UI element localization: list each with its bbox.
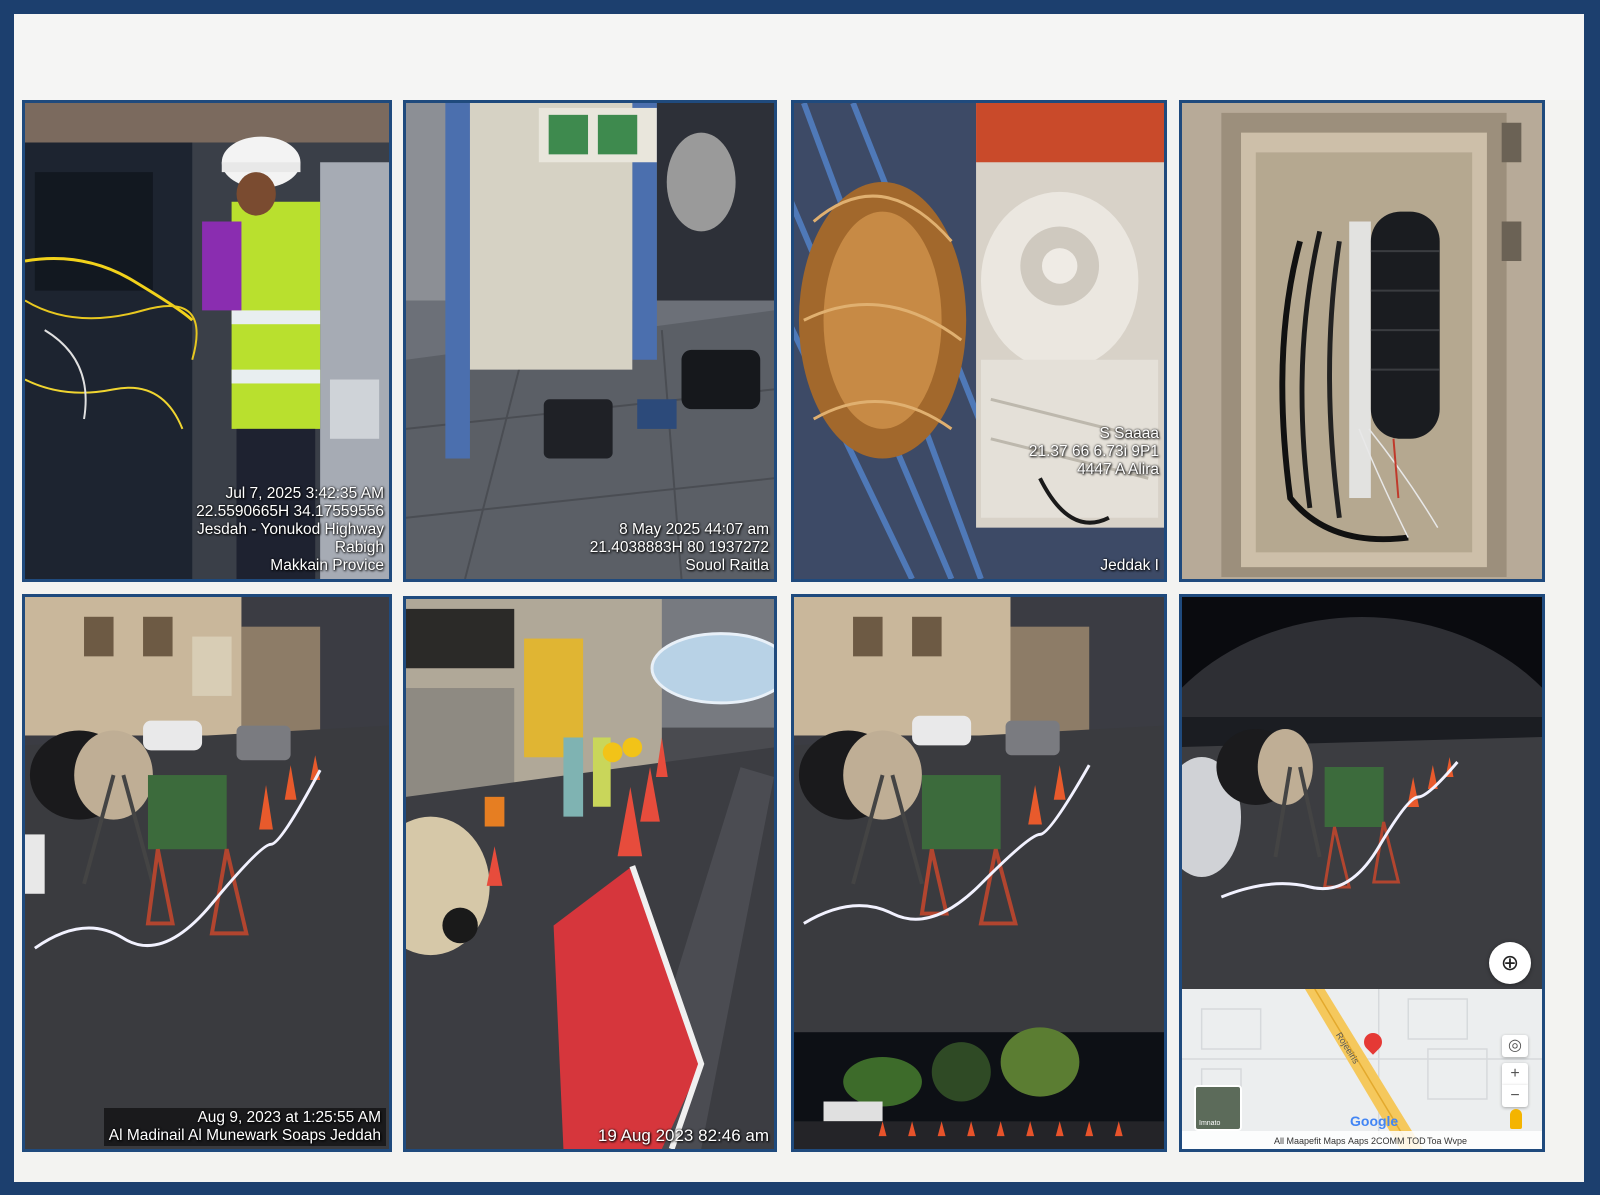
photo-1-timestamp: Jul 7, 2025 3:42:35 AM 22.5590665H 34.17… xyxy=(196,485,384,575)
stamp-line: Makkain Provice xyxy=(270,557,384,574)
header-band xyxy=(14,14,1584,100)
photo-5-timestamp: Aug 9, 2023 at 1:25:55 AM Al Madinail Al… xyxy=(103,1108,386,1146)
photo-2-image xyxy=(406,103,774,579)
photo-7-image xyxy=(794,597,1164,1149)
photo-8-image xyxy=(1182,597,1542,993)
photo-tile-6[interactable]: 19 Aug 2023 82:46 am xyxy=(403,596,777,1152)
stamp-line: 8 May 2025 44:07 am xyxy=(619,521,769,538)
stamp-line: Souol Raitla xyxy=(685,557,769,574)
photo-3-overlay-text: S Saaaa 21.37 66 6.73i 9P1 4447 A Alira xyxy=(1029,425,1159,479)
map-footer-right: Toa Wvpe xyxy=(1427,1136,1468,1146)
photo-tile-8[interactable]: ⊕ Rojeeiris Imnato ◎ + − Google All Maap… xyxy=(1179,594,1545,1152)
photo-tile-4[interactable] xyxy=(1179,100,1545,582)
photo-tile-3[interactable]: S Saaaa 21.37 66 6.73i 9P1 4447 A Alira … xyxy=(791,100,1167,582)
stamp-line: Jul 7, 2025 3:42:35 AM xyxy=(225,485,384,502)
map-attribution: All Maapefit Maps Aaps 2COMM TOD Toa Wvp… xyxy=(1182,1131,1542,1149)
stamp-line: 22.5590665H 34.17559556 xyxy=(196,503,384,520)
map-footer-left: All Maapefit Maps xyxy=(1274,1136,1346,1146)
stamp-line: Al Madinail Al Munewark Soaps Jeddah xyxy=(108,1127,381,1144)
photo-tile-5[interactable]: Aug 9, 2023 at 1:25:55 AM Al Madinail Al… xyxy=(22,594,392,1152)
photo-6-image xyxy=(406,599,774,1149)
stamp-line: Rabigh xyxy=(334,539,384,556)
photo-3-image xyxy=(794,103,1164,579)
locate-icon[interactable]: ◎ xyxy=(1502,1035,1528,1057)
recenter-icon[interactable]: ⊕ xyxy=(1489,942,1531,984)
stamp-line: 21.37 66 6.73i 9P1 xyxy=(1028,443,1159,460)
photo-tile-2[interactable]: 8 May 2025 44:07 am 21.4038883H 80 19372… xyxy=(403,100,777,582)
zoom-in-button[interactable]: + xyxy=(1502,1063,1528,1085)
stamp-line: Aug 9, 2023 at 1:25:55 AM xyxy=(197,1109,381,1126)
photo-5-image xyxy=(25,597,389,1149)
stamp-line: 19 Aug 2023 82:46 am xyxy=(597,1126,769,1145)
photo-tile-7[interactable] xyxy=(791,594,1167,1152)
photo-3-timestamp: Jeddak I xyxy=(1100,557,1159,575)
photo-4-image xyxy=(1182,103,1542,579)
stamp-line: 21.4038883H 80 1937272 xyxy=(589,539,769,556)
stamp-line: Jeddak I xyxy=(1100,557,1159,574)
stamp-line: Jesdah - Yonukod Highway xyxy=(197,521,384,538)
map-thumbnail[interactable]: Imnato xyxy=(1194,1085,1242,1131)
street-view-icon[interactable] xyxy=(1510,1109,1522,1129)
map-brand-logo: Google xyxy=(1350,1113,1399,1129)
zoom-out-button[interactable]: − xyxy=(1502,1085,1528,1107)
map-footer-mid: Aaps 2COMM TOD xyxy=(1348,1136,1426,1146)
photo-2-timestamp: 8 May 2025 44:07 am 21.4038883H 80 19372… xyxy=(590,521,769,575)
photo-6-timestamp: 19 Aug 2023 82:46 am xyxy=(598,1127,769,1145)
photo-tile-1[interactable]: Jul 7, 2025 3:42:35 AM 22.5590665H 34.17… xyxy=(22,100,392,582)
stamp-line: 4447 A Alira xyxy=(1077,461,1159,478)
stamp-line: S Saaaa xyxy=(1099,425,1159,442)
location-map[interactable]: Rojeeiris Imnato ◎ + − Google All Maapef… xyxy=(1182,989,1542,1149)
map-thumbnail-label: Imnato xyxy=(1199,1120,1221,1127)
